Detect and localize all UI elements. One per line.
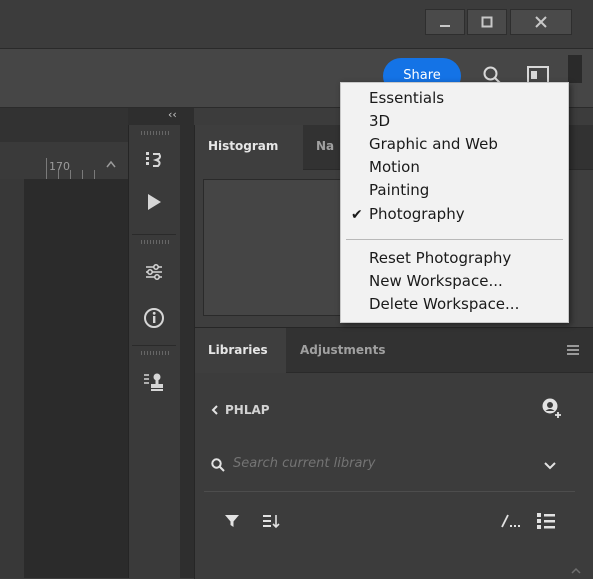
dock-grip[interactable] [141,131,169,135]
ruler-label: 170 [49,160,70,173]
minimize-button[interactable] [425,9,465,35]
library-search-input[interactable]: Search current library [233,456,375,471]
menu-item-graphic-and-web[interactable]: Graphic and Web [369,135,498,153]
collapse-dock-icon[interactable]: ‹‹ [168,108,177,121]
history-icon[interactable] [128,143,180,175]
menu-item-3d[interactable]: 3D [369,112,390,130]
chevron-down-icon[interactable] [544,462,556,470]
ruler-major-tick [46,158,47,179]
dock-header [128,108,194,125]
back-chevron-icon[interactable] [210,404,220,416]
play-icon[interactable] [128,186,180,218]
tab-histogram-label: Histogram [208,139,279,153]
document-canvas[interactable] [24,179,128,578]
dock-divider [132,345,176,346]
add-collaborator-icon[interactable] [540,397,562,419]
vertical-ruler [0,179,25,578]
filter-icon[interactable] [224,513,240,529]
dock-grip[interactable] [141,351,169,355]
histogram-graph [203,179,353,316]
document-tab-strip [0,108,128,143]
tab-adjustments-label[interactable]: Adjustments [300,343,385,357]
menu-item-photography[interactable]: Photography [369,205,465,223]
checkmark-icon: ✔ [351,207,363,223]
ruler-tick [82,170,83,179]
resize-handle-icon[interactable] [571,566,581,574]
tab-libraries-label: Libraries [208,343,268,357]
maximize-icon [468,10,506,34]
dock-grip[interactable] [141,240,169,244]
menu-item-essentials[interactable]: Essentials [369,89,444,107]
brush-icon[interactable] [500,514,522,528]
menu-item-reset-photography[interactable]: Reset Photography [369,249,511,267]
tab-navigator-label[interactable]: Na [316,139,334,153]
panel-menu-icon[interactable] [566,344,580,356]
ruler-tick [70,170,71,179]
info-icon[interactable] [128,302,180,334]
dock-gutter [180,125,194,578]
workspace-dropdown-handle[interactable] [568,55,582,83]
list-view-icon[interactable] [536,512,556,530]
search-icon [211,458,225,472]
dock-divider [132,234,176,235]
menu-divider [346,239,563,240]
close-icon [511,10,571,34]
ruler-tick [58,170,59,179]
close-button[interactable] [510,9,572,35]
menu-item-new-workspace[interactable]: New Workspace... [369,272,503,290]
minimize-icon [426,10,464,34]
stamp-icon[interactable] [128,366,180,398]
search-divider [204,491,575,492]
maximize-button[interactable] [467,9,507,35]
menu-item-painting[interactable]: Painting [369,181,429,199]
menu-item-motion[interactable]: Motion [369,158,420,176]
ruler-tick [94,170,95,179]
sort-icon[interactable] [262,513,280,529]
properties-icon[interactable] [128,256,180,288]
menu-item-delete-workspace[interactable]: Delete Workspace... [369,295,519,313]
library-name[interactable]: PHLAP [225,403,270,417]
scroll-up-icon[interactable] [106,160,116,168]
